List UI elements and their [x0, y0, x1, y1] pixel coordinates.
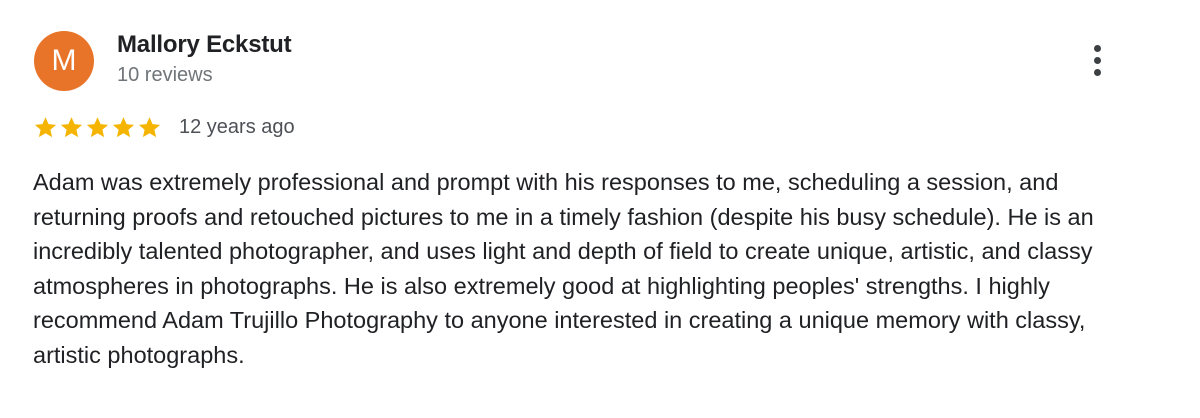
reviewer-name[interactable]: Mallory Eckstut [117, 31, 292, 59]
rating-row: 12 years ago [33, 114, 295, 140]
more-vert-icon-dot [1093, 56, 1101, 64]
reviewer-review-count[interactable]: 10 reviews [117, 64, 213, 87]
avatar-initial: M [51, 44, 77, 77]
more-options-button[interactable] [1080, 40, 1114, 80]
star-icon [112, 116, 135, 137]
review-card: M Mallory Eckstut 10 reviews 12 years ag… [0, 0, 1200, 418]
more-vert-icon [1093, 44, 1101, 52]
more-vert-icon-dot [1093, 68, 1101, 76]
star-icon [86, 116, 109, 137]
avatar[interactable]: M [34, 31, 94, 91]
star-rating [33, 115, 162, 140]
star-icon [138, 116, 161, 137]
review-date: 12 years ago [179, 115, 295, 138]
review-text: Adam was extremely professional and prom… [33, 169, 1094, 368]
star-icon [34, 116, 57, 137]
star-icon [60, 116, 83, 137]
